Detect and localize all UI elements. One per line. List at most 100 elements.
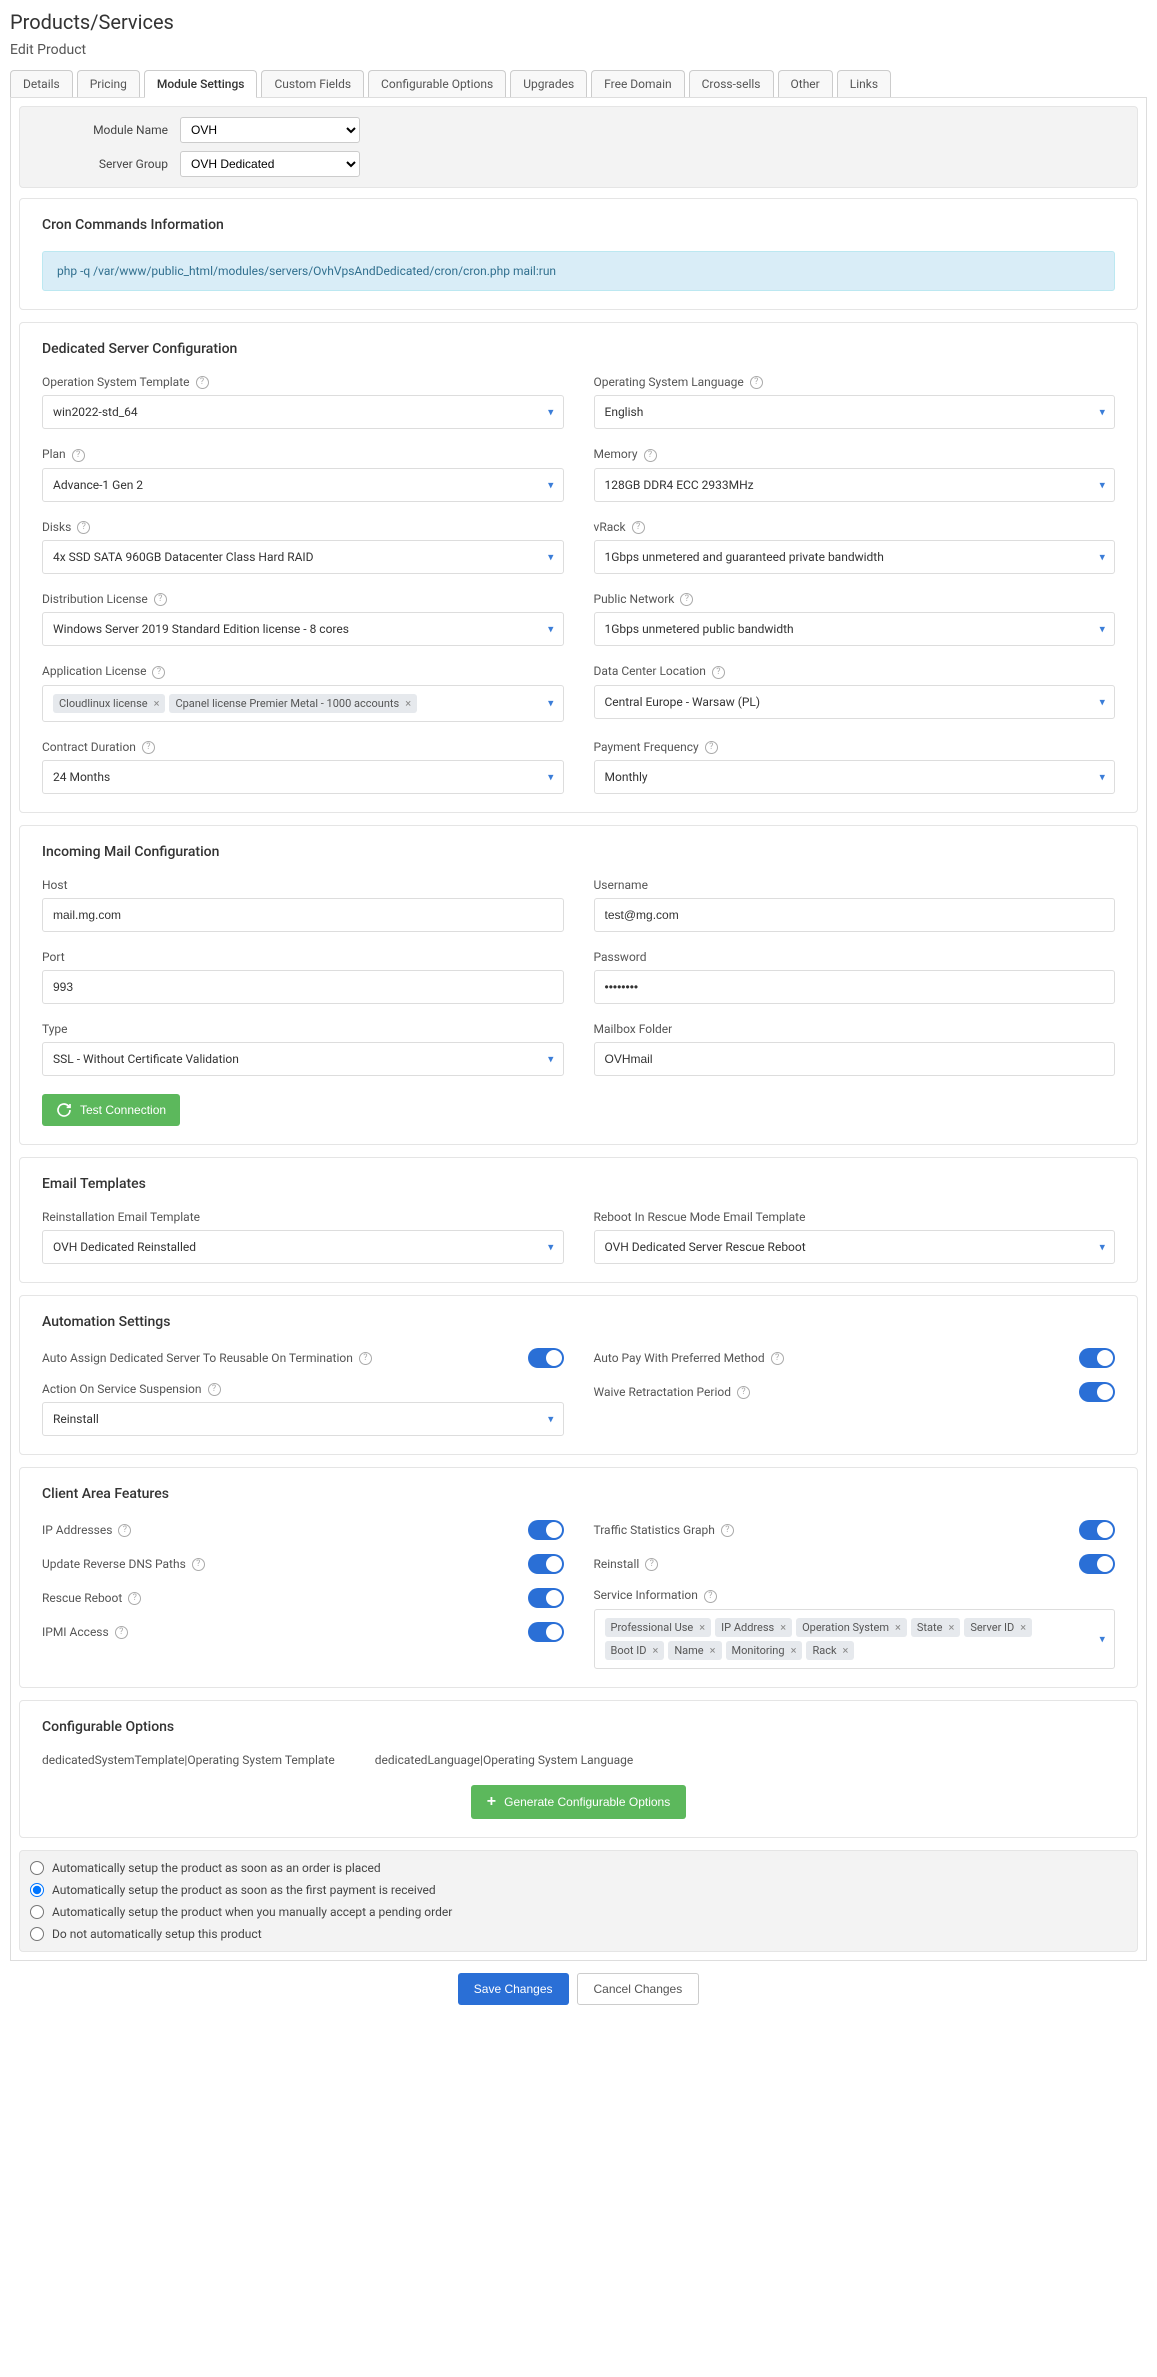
- help-icon[interactable]: ?: [72, 449, 85, 462]
- user-input[interactable]: [594, 898, 1116, 932]
- help-icon[interactable]: ?: [152, 666, 165, 679]
- remove-tag-icon[interactable]: ×: [948, 1621, 954, 1634]
- help-icon[interactable]: ?: [721, 1524, 734, 1537]
- action-susp-select[interactable]: Reinstall▾: [42, 1402, 564, 1436]
- help-icon[interactable]: ?: [645, 1558, 658, 1571]
- tag: Server ID×: [964, 1618, 1032, 1637]
- pass-input[interactable]: [594, 970, 1116, 1004]
- tab-details[interactable]: Details: [10, 70, 73, 97]
- tab-other[interactable]: Other: [778, 70, 833, 97]
- contract-select[interactable]: 24 Months▾: [42, 760, 564, 794]
- setup-radio-option[interactable]: Do not automatically setup this product: [30, 1923, 1127, 1945]
- action-susp-label: Action On Service Suspension?: [42, 1382, 564, 1396]
- dc-select[interactable]: Central Europe - Warsaw (PL)▾: [594, 685, 1116, 719]
- test-connection-button[interactable]: Test Connection: [42, 1094, 180, 1126]
- reinstall-toggle[interactable]: [1079, 1554, 1115, 1574]
- remove-tag-icon[interactable]: ×: [652, 1644, 658, 1657]
- radio-input[interactable]: [30, 1927, 44, 1941]
- cron-section: Cron Commands Information php -q /var/ww…: [19, 198, 1138, 310]
- remove-tag-icon[interactable]: ×: [791, 1644, 797, 1657]
- help-icon[interactable]: ?: [77, 521, 90, 534]
- pubnet-select[interactable]: 1Gbps unmetered public bandwidth▾: [594, 612, 1116, 646]
- remove-tag-icon[interactable]: ×: [843, 1644, 849, 1657]
- reinstall-tpl-select[interactable]: OVH Dedicated Reinstalled▾: [42, 1230, 564, 1264]
- help-icon[interactable]: ?: [705, 741, 718, 754]
- tab-configurable-options[interactable]: Configurable Options: [368, 70, 506, 97]
- help-icon[interactable]: ?: [192, 1558, 205, 1571]
- setup-radio-option[interactable]: Automatically setup the product as soon …: [30, 1879, 1127, 1901]
- remove-tag-icon[interactable]: ×: [1020, 1621, 1026, 1634]
- type-select[interactable]: SSL - Without Certificate Validation▾: [42, 1042, 564, 1076]
- tab-links[interactable]: Links: [837, 70, 891, 97]
- tab-custom-fields[interactable]: Custom Fields: [261, 70, 364, 97]
- service-info-select[interactable]: Professional Use×IP Address×Operation Sy…: [594, 1609, 1116, 1669]
- mbox-input[interactable]: [594, 1042, 1116, 1076]
- setup-radio-option[interactable]: Automatically setup the product when you…: [30, 1901, 1127, 1923]
- remove-tag-icon[interactable]: ×: [699, 1621, 705, 1634]
- os-lang-select[interactable]: English▾: [594, 395, 1116, 429]
- radio-input[interactable]: [30, 1861, 44, 1875]
- tab-cross-sells[interactable]: Cross-sells: [689, 70, 774, 97]
- help-icon[interactable]: ?: [142, 741, 155, 754]
- remove-tag-icon[interactable]: ×: [710, 1644, 716, 1657]
- help-icon[interactable]: ?: [128, 1592, 141, 1605]
- host-input[interactable]: [42, 898, 564, 932]
- tag: Rack×: [806, 1641, 854, 1660]
- help-icon[interactable]: ?: [644, 449, 657, 462]
- config-options-title: Configurable Options: [42, 1719, 1115, 1735]
- help-icon[interactable]: ?: [771, 1352, 784, 1365]
- help-icon[interactable]: ?: [359, 1352, 372, 1365]
- tag: Boot ID×: [605, 1641, 665, 1660]
- app-lic-select[interactable]: Cloudlinux license×Cpanel license Premie…: [42, 685, 564, 722]
- help-icon[interactable]: ?: [750, 376, 763, 389]
- memory-select[interactable]: 128GB DDR4 ECC 2933MHz▾: [594, 468, 1116, 502]
- radio-input[interactable]: [30, 1883, 44, 1897]
- help-icon[interactable]: ?: [196, 376, 209, 389]
- dedicated-section: Dedicated Server Configuration Operation…: [19, 322, 1138, 813]
- tag: Monitoring×: [726, 1641, 803, 1660]
- rescue-toggle[interactable]: [528, 1588, 564, 1608]
- plan-select[interactable]: Advance-1 Gen 2▾: [42, 468, 564, 502]
- disks-select[interactable]: 4x SSD SATA 960GB Datacenter Class Hard …: [42, 540, 564, 574]
- help-icon[interactable]: ?: [154, 593, 167, 606]
- remove-tag-icon[interactable]: ×: [780, 1621, 786, 1634]
- port-input[interactable]: [42, 970, 564, 1004]
- os-template-select[interactable]: win2022-std_64▾: [42, 395, 564, 429]
- help-icon[interactable]: ?: [712, 666, 725, 679]
- help-icon[interactable]: ?: [704, 1590, 717, 1603]
- remove-tag-icon[interactable]: ×: [405, 697, 411, 710]
- auto-pay-toggle[interactable]: [1079, 1348, 1115, 1368]
- help-icon[interactable]: ?: [118, 1524, 131, 1537]
- reverse-toggle[interactable]: [528, 1554, 564, 1574]
- tab-module-settings[interactable]: Module Settings: [144, 70, 258, 98]
- setup-radio-option[interactable]: Automatically setup the product as soon …: [30, 1857, 1127, 1879]
- waive-toggle[interactable]: [1079, 1382, 1115, 1402]
- payfreq-select[interactable]: Monthly▾: [594, 760, 1116, 794]
- vrack-select[interactable]: 1Gbps unmetered and guaranteed private b…: [594, 540, 1116, 574]
- generate-options-button[interactable]: + Generate Configurable Options: [471, 1785, 686, 1819]
- help-icon[interactable]: ?: [208, 1383, 221, 1396]
- tab-free-domain[interactable]: Free Domain: [591, 70, 684, 97]
- remove-tag-icon[interactable]: ×: [154, 697, 160, 710]
- cancel-button[interactable]: Cancel Changes: [577, 1973, 700, 2005]
- ipmi-toggle[interactable]: [528, 1622, 564, 1642]
- save-button[interactable]: Save Changes: [458, 1973, 569, 2005]
- help-icon[interactable]: ?: [737, 1386, 750, 1399]
- type-label: Type: [42, 1022, 564, 1036]
- reboot-tpl-select[interactable]: OVH Dedicated Server Rescue Reboot▾: [594, 1230, 1116, 1264]
- auto-assign-toggle[interactable]: [528, 1348, 564, 1368]
- dist-lic-select[interactable]: Windows Server 2019 Standard Edition lic…: [42, 612, 564, 646]
- help-icon[interactable]: ?: [680, 593, 693, 606]
- module-name-select[interactable]: OVH: [180, 117, 360, 143]
- help-icon[interactable]: ?: [115, 1626, 128, 1639]
- server-group-select[interactable]: OVH Dedicated: [180, 151, 360, 177]
- tab-upgrades[interactable]: Upgrades: [510, 70, 587, 97]
- dc-label: Data Center Location?: [594, 664, 1116, 678]
- tab-pricing[interactable]: Pricing: [77, 70, 140, 97]
- help-icon[interactable]: ?: [632, 521, 645, 534]
- pass-label: Password: [594, 950, 1116, 964]
- traffic-toggle[interactable]: [1079, 1520, 1115, 1540]
- ip-toggle[interactable]: [528, 1520, 564, 1540]
- remove-tag-icon[interactable]: ×: [895, 1621, 901, 1634]
- radio-input[interactable]: [30, 1905, 44, 1919]
